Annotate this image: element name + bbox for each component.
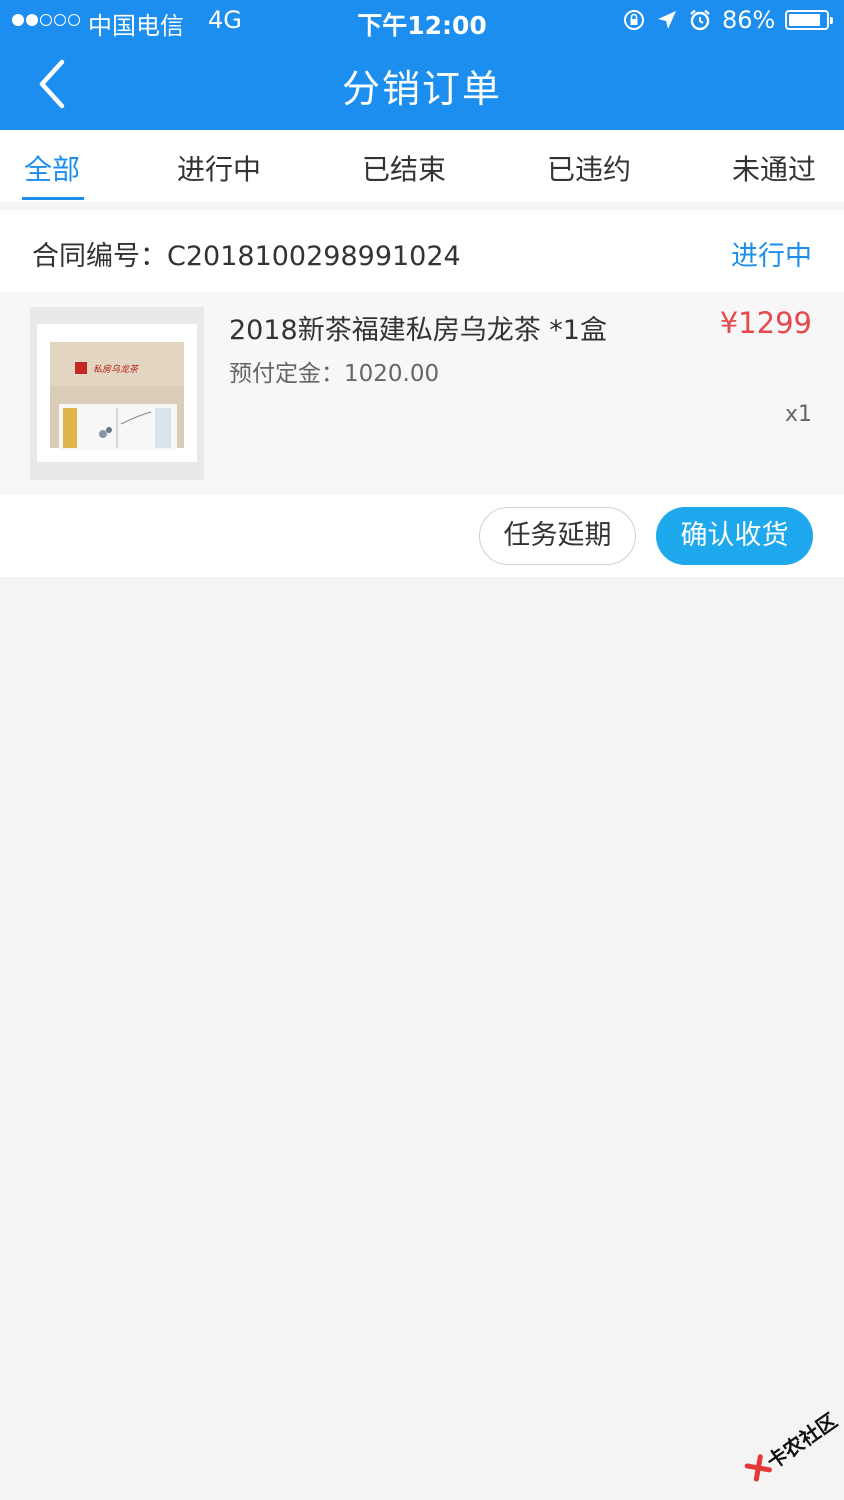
- contract-value: C2018100298991024: [167, 241, 461, 272]
- status-icons: 86%: [622, 6, 834, 34]
- order-status-badge: 进行中: [731, 241, 812, 272]
- active-tab-indicator: [22, 197, 84, 200]
- status-bar: 中国电信 4G 下午12:00 86%: [0, 0, 844, 42]
- chevron-left-icon: [39, 59, 65, 109]
- page-title: 分销订单: [341, 67, 502, 111]
- order-item[interactable]: 私房乌龙茶 2018新茶福建私房乌龙茶 *1盒 ¥1299 预付定金：1020.…: [0, 292, 844, 495]
- deposit-info: 预付定金：1020.00: [229, 354, 439, 388]
- svg-text:私房乌龙茶: 私房乌龙茶: [93, 364, 140, 375]
- tea-box-image: 私房乌龙茶: [50, 342, 184, 450]
- product-thumbnail: 私房乌龙茶: [30, 307, 204, 480]
- product-quantity: x1: [784, 402, 812, 427]
- location-arrow-icon: [658, 11, 676, 29]
- tab-in-progress[interactable]: 进行中: [177, 148, 261, 188]
- navigation-bar: 分销订单: [0, 42, 844, 130]
- delay-task-button[interactable]: 任务延期: [479, 507, 636, 565]
- product-price: ¥1299: [719, 306, 812, 340]
- app-header: 中国电信 4G 下午12:00 86% 分销订单: [0, 0, 844, 130]
- contract-number: 合同编号：C2018100298991024: [32, 234, 461, 273]
- confirm-receipt-button[interactable]: 确认收货: [656, 507, 813, 565]
- tab-rejected[interactable]: 未通过: [732, 148, 816, 188]
- watermark-logo: 卡农社区: [734, 1395, 844, 1500]
- order-filter-tabs: 全部 进行中 已结束 已违约 未通过: [0, 130, 844, 202]
- tab-breached[interactable]: 已违约: [547, 148, 631, 188]
- contract-label: 合同编号：: [32, 241, 167, 272]
- tab-finished[interactable]: 已结束: [362, 148, 446, 188]
- back-button[interactable]: [28, 56, 78, 112]
- order-card-header: 合同编号：C2018100298991024 进行中: [0, 210, 844, 292]
- tab-all[interactable]: 全部: [24, 148, 80, 188]
- rotation-lock-icon: [624, 10, 644, 30]
- watermark-text: 卡农社区: [762, 1408, 842, 1474]
- battery-percentage: 86%: [722, 6, 776, 34]
- alarm-icon: [690, 9, 710, 31]
- product-name: 2018新茶福建私房乌龙茶 *1盒: [229, 315, 607, 346]
- deposit-value: 1020.00: [344, 361, 440, 387]
- order-actions: 任务延期 确认收货: [0, 495, 844, 577]
- battery-icon: [785, 10, 834, 30]
- deposit-label: 预付定金：: [229, 361, 344, 387]
